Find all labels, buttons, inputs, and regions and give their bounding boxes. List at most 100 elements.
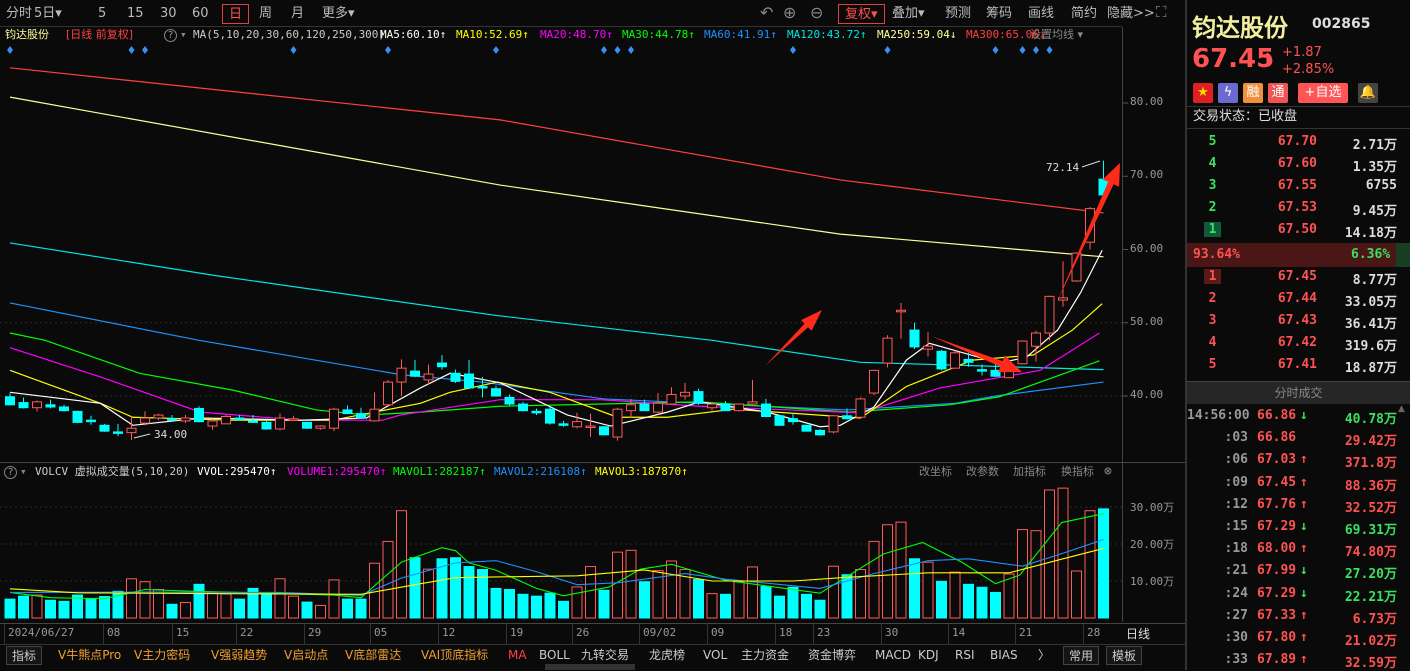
- volume-bar[interactable]: [760, 586, 772, 619]
- bell-icon[interactable]: 🔔: [1358, 83, 1378, 103]
- indicator-tab[interactable]: 资金博弈: [808, 646, 856, 665]
- ask-row[interactable]: 2 67.53 9.45万: [1187, 199, 1410, 219]
- period-tab[interactable]: 周: [259, 4, 272, 24]
- volume-bar[interactable]: [139, 581, 151, 619]
- volume-bar[interactable]: [1017, 529, 1028, 619]
- volume-bar[interactable]: [936, 580, 947, 619]
- volume-bar[interactable]: [234, 598, 245, 619]
- volume-bar[interactable]: [639, 581, 650, 619]
- indicator-button[interactable]: 换指标: [1061, 464, 1094, 480]
- volume-bar[interactable]: [517, 593, 529, 619]
- volume-bar[interactable]: [193, 583, 205, 619]
- volume-bar[interactable]: [598, 589, 610, 619]
- indicator-tab[interactable]: V强弱趋势: [211, 646, 267, 665]
- connect-badge[interactable]: 通: [1268, 83, 1288, 103]
- add-watchlist-button[interactable]: +自选: [1298, 83, 1348, 103]
- volume-bar[interactable]: [180, 601, 191, 619]
- volume-bar[interactable]: [963, 583, 974, 619]
- volume-bar[interactable]: [261, 592, 272, 619]
- volume-bar[interactable]: [18, 595, 29, 619]
- volume-bar[interactable]: [166, 603, 178, 619]
- volume-bar[interactable]: [1044, 489, 1055, 619]
- volume-bar[interactable]: [949, 571, 961, 619]
- indicator-tab[interactable]: MACD: [875, 646, 911, 665]
- volume-bar[interactable]: [396, 510, 407, 619]
- volume-bar[interactable]: [625, 549, 637, 619]
- toolbar-button[interactable]: 预测: [945, 4, 971, 24]
- volume-bar[interactable]: [814, 599, 826, 619]
- volume-bar[interactable]: [922, 561, 934, 619]
- volume-bar[interactable]: [382, 540, 394, 619]
- volume-bar[interactable]: [58, 600, 70, 619]
- indicator-tab[interactable]: 〉: [1038, 646, 1050, 665]
- indicator-tab[interactable]: V底部雷达: [345, 646, 401, 665]
- indicator-tab[interactable]: 龙虎榜: [649, 646, 685, 665]
- volume-bar[interactable]: [747, 566, 758, 619]
- volume-bar[interactable]: [801, 593, 812, 619]
- volume-bar[interactable]: [976, 586, 988, 619]
- volume-bar[interactable]: [45, 599, 56, 619]
- volume-bar[interactable]: [895, 521, 907, 619]
- bid-row[interactable]: 1 67.45 8.77万: [1187, 268, 1410, 288]
- volume-bar[interactable]: [31, 594, 43, 619]
- volume-bar[interactable]: [4, 598, 16, 619]
- volume-bar[interactable]: [126, 578, 137, 619]
- volume-bar[interactable]: [328, 579, 340, 619]
- period-tab[interactable]: 60: [192, 4, 209, 24]
- indicator-button[interactable]: 加指标: [1013, 464, 1046, 480]
- indicator-tab[interactable]: VAI顶底指标: [421, 646, 488, 665]
- volume-bar[interactable]: [571, 586, 583, 619]
- ask-row[interactable]: 5 67.70 2.71万: [1187, 133, 1410, 153]
- volume-bar[interactable]: [720, 593, 731, 619]
- toolbar-button[interactable]: 筹码: [986, 4, 1012, 24]
- volume-bar[interactable]: [504, 589, 515, 619]
- volume-bar[interactable]: [85, 597, 97, 619]
- panel-toggle-handle[interactable]: [545, 664, 635, 670]
- volume-bar[interactable]: [1084, 510, 1096, 619]
- volume-bar[interactable]: [828, 565, 839, 619]
- toolbar-button[interactable]: 复权▾: [838, 4, 885, 24]
- indicator-tab[interactable]: 模板: [1106, 646, 1143, 665]
- lightning-icon[interactable]: ϟ: [1218, 83, 1238, 103]
- period-tab[interactable]: 更多▾: [322, 4, 355, 24]
- volume-bar[interactable]: [531, 595, 542, 619]
- volume-bar[interactable]: [423, 568, 434, 619]
- ask-row[interactable]: 1 67.50 14.18万: [1187, 221, 1410, 241]
- volume-bar[interactable]: [220, 593, 232, 619]
- volume-bar[interactable]: [558, 600, 569, 619]
- indicator-button[interactable]: 改坐标: [919, 464, 952, 480]
- volume-bar[interactable]: [909, 558, 920, 619]
- volume-bar[interactable]: [774, 595, 785, 619]
- ask-row[interactable]: 3 67.55 6755: [1187, 177, 1410, 197]
- bid-row[interactable]: 5 67.41 18.87万: [1187, 356, 1410, 376]
- indicator-tab[interactable]: V启动点: [284, 646, 328, 665]
- volume-bar[interactable]: [288, 595, 299, 619]
- period-tab[interactable]: 分时: [6, 4, 32, 24]
- volume-bar[interactable]: [301, 601, 313, 619]
- period-tab[interactable]: 15: [127, 4, 144, 24]
- volume-bar[interactable]: [355, 598, 367, 619]
- volume-bar[interactable]: [868, 540, 880, 619]
- volume-bar[interactable]: [666, 560, 677, 619]
- indicator-button[interactable]: 改参数: [966, 464, 999, 480]
- volume-bar[interactable]: [409, 557, 421, 619]
- volume-bar[interactable]: [990, 591, 1001, 619]
- volume-bar[interactable]: [463, 566, 475, 619]
- volume-bar[interactable]: [99, 596, 110, 619]
- volume-chart[interactable]: [0, 0, 1185, 625]
- margin-badge[interactable]: 融: [1243, 83, 1263, 103]
- toolbar-button[interactable]: 简约: [1071, 4, 1097, 24]
- volume-bar[interactable]: [733, 581, 745, 619]
- indicator-tab[interactable]: VOL: [703, 646, 727, 665]
- volume-bar[interactable]: [1071, 570, 1082, 619]
- ask-row[interactable]: 4 67.60 1.35万: [1187, 155, 1410, 175]
- indicator-tab[interactable]: BOLL: [539, 646, 570, 665]
- period-tab[interactable]: 5: [98, 4, 106, 24]
- period-tab[interactable]: 日: [222, 4, 250, 24]
- period-tab[interactable]: 5日▾: [34, 4, 62, 24]
- indicator-tab[interactable]: V主力密码: [134, 646, 190, 665]
- toolbar-button[interactable]: 画线: [1028, 4, 1054, 24]
- period-tab[interactable]: 30: [160, 4, 177, 24]
- volume-bar[interactable]: [274, 578, 286, 619]
- volume-bar[interactable]: [490, 587, 502, 619]
